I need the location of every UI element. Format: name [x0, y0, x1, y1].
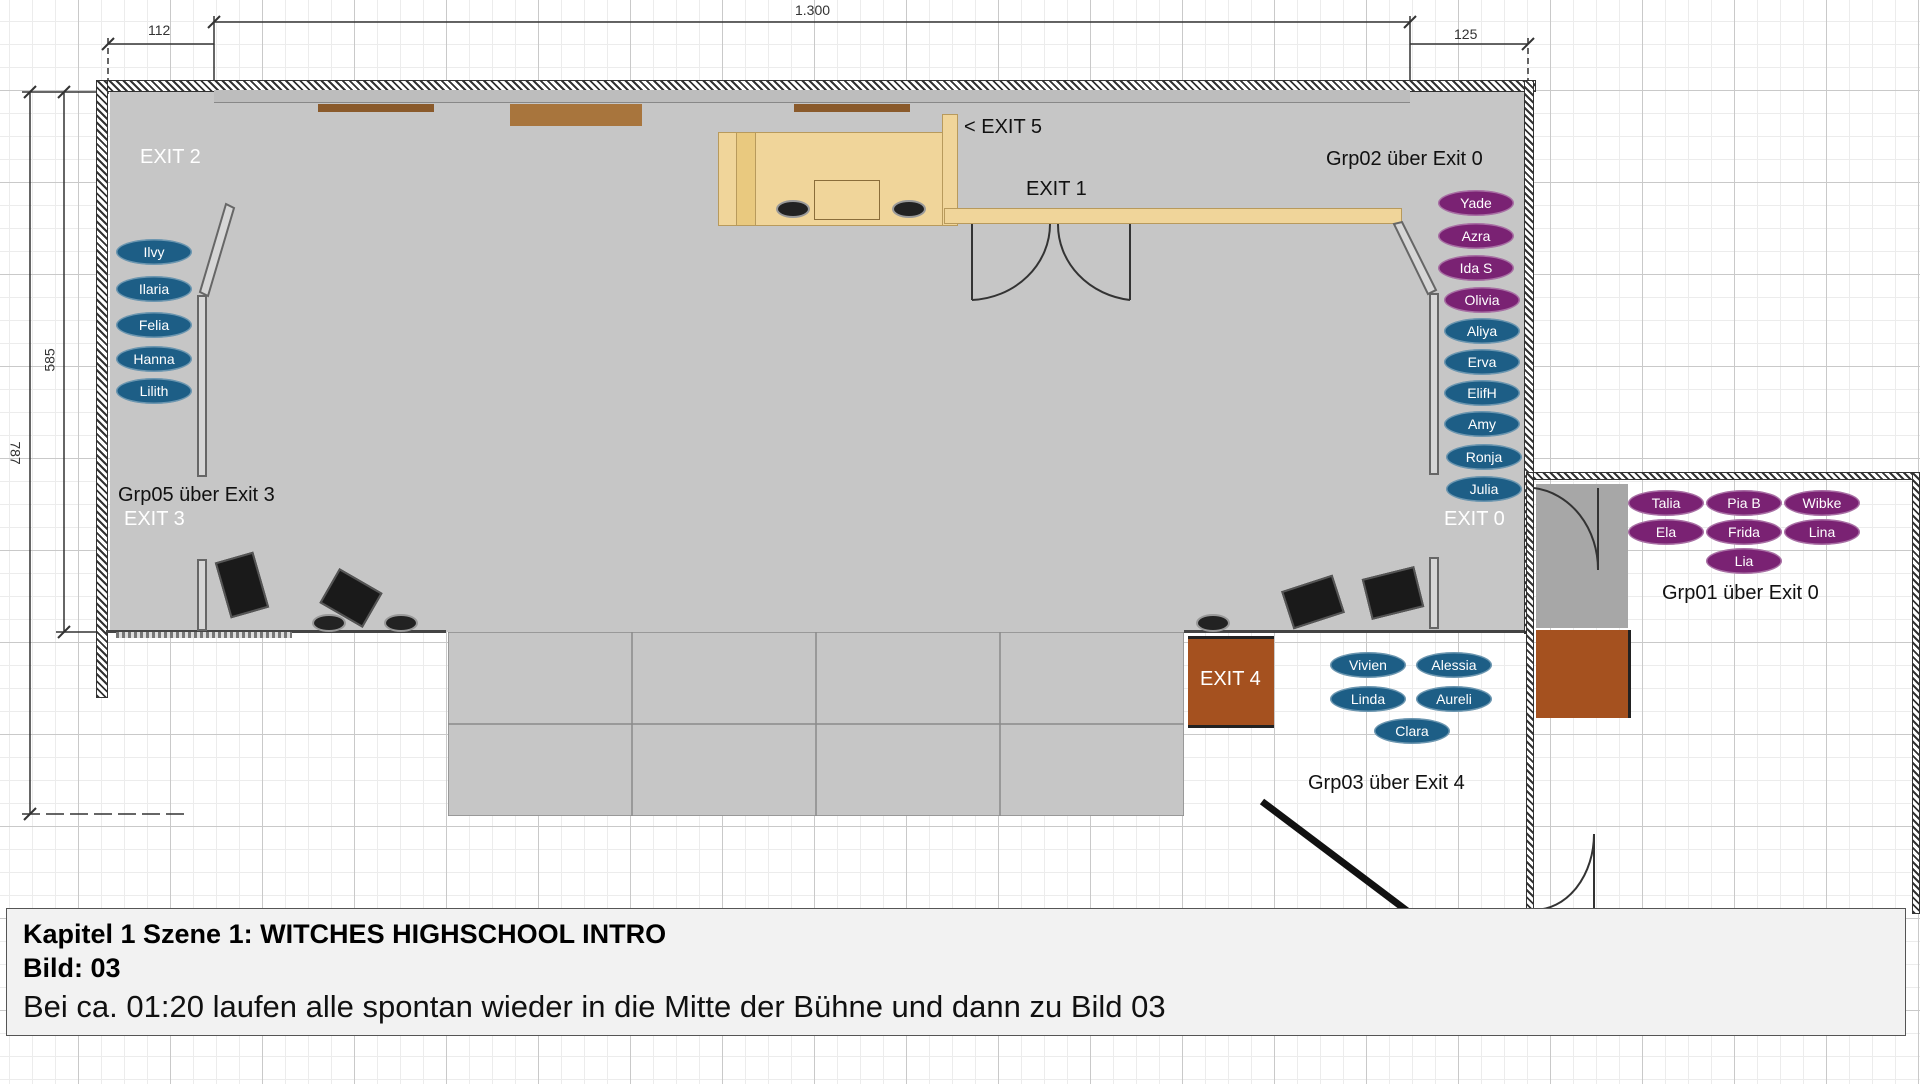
dimension-top-left: 112 [148, 22, 171, 38]
desk-drawer [814, 180, 880, 220]
actor-marker: Vivien [1330, 652, 1406, 678]
actor-marker: Felia [116, 312, 192, 338]
exit1-label: EXIT 1 [1026, 178, 1087, 200]
bench-top-2 [510, 104, 642, 126]
bench-top-3 [794, 104, 910, 112]
actor-marker: Ela [1628, 519, 1704, 545]
exit1-double-door [971, 223, 1131, 301]
dimension-top-total: 1.300 [795, 2, 831, 18]
actor-marker: Lia [1706, 548, 1782, 574]
ground-row-left [116, 632, 292, 638]
scene-description: Bei ca. 01:20 laufen alle spontan wieder… [23, 989, 1166, 1024]
dimension-side-inner: 585 [41, 348, 58, 372]
actor-marker: Alessia [1416, 652, 1492, 678]
actor-marker: ElifH [1444, 380, 1520, 406]
actor-marker: Amy [1444, 411, 1520, 437]
actor-marker: Lilith [116, 378, 192, 404]
actor-marker: Frida [1706, 519, 1782, 545]
side-room-doors [1533, 487, 1600, 911]
spotlight-icon [384, 614, 418, 632]
scene-title: Kapitel 1 Szene 1: WITCHES HIGHSCHOOL IN… [23, 919, 667, 949]
dimension-top-right: 125 [1454, 26, 1478, 42]
desk-side [736, 132, 756, 226]
exit0-label: EXIT 0 [1444, 508, 1505, 530]
actor-marker: Talia [1628, 490, 1704, 516]
actor-marker: Ida S [1438, 255, 1514, 281]
spotlight-icon [776, 200, 810, 218]
scene-picture-number: Bild: 03 [23, 953, 121, 983]
actor-marker: Yade [1438, 190, 1514, 216]
actor-marker: Julia [1446, 476, 1522, 502]
actor-marker: Aliya [1444, 318, 1520, 344]
exit3-label: EXIT 3 [124, 508, 185, 530]
actor-marker: Ilvy [116, 239, 192, 265]
exit2-label: EXIT 2 [140, 146, 201, 168]
actor-marker: Ilaria [116, 276, 192, 302]
actor-marker: Linda [1330, 686, 1406, 712]
grp02-label: Grp02 über Exit 0 [1326, 148, 1483, 170]
actor-marker: Lina [1784, 519, 1860, 545]
actor-marker: Ronja [1446, 444, 1522, 470]
actor-marker: Pia B [1706, 490, 1782, 516]
spotlight-icon [892, 200, 926, 218]
grp03-label: Grp03 über Exit 4 [1308, 772, 1465, 794]
bench-top-1 [318, 104, 434, 112]
exit4-label: EXIT 4 [1200, 668, 1261, 690]
actor-marker: Hanna [116, 346, 192, 372]
spotlight-icon [312, 614, 346, 632]
actor-marker: Wibke [1784, 490, 1860, 516]
side-room-wall-top [1526, 472, 1918, 480]
exit5-label: < EXIT 5 [964, 116, 1043, 138]
actor-marker: Erva [1444, 349, 1520, 375]
side-room-wall-right [1912, 472, 1920, 914]
grp05-label: Grp05 über Exit 3 [118, 484, 275, 506]
dimension-side-outer: 787 [7, 441, 24, 465]
grp01-label: Grp01 über Exit 0 [1662, 582, 1819, 604]
scene-caption-box: Kapitel 1 Szene 1: WITCHES HIGHSCHOOL IN… [6, 908, 1906, 1036]
stage-edge-right [1184, 630, 1524, 633]
actor-marker: Clara [1374, 718, 1450, 744]
wall-left [96, 80, 108, 698]
curtain-top [214, 90, 1410, 103]
floor-plan-canvas: 1.300 112 125 585 787 EXIT 2 EXIT 3 EXIT… [0, 0, 1920, 1084]
apron-grid [448, 632, 1184, 816]
actor-marker: Olivia [1444, 287, 1520, 313]
actor-marker: Aureli [1416, 686, 1492, 712]
actor-marker: Azra [1438, 223, 1514, 249]
spotlight-icon [1196, 614, 1230, 632]
